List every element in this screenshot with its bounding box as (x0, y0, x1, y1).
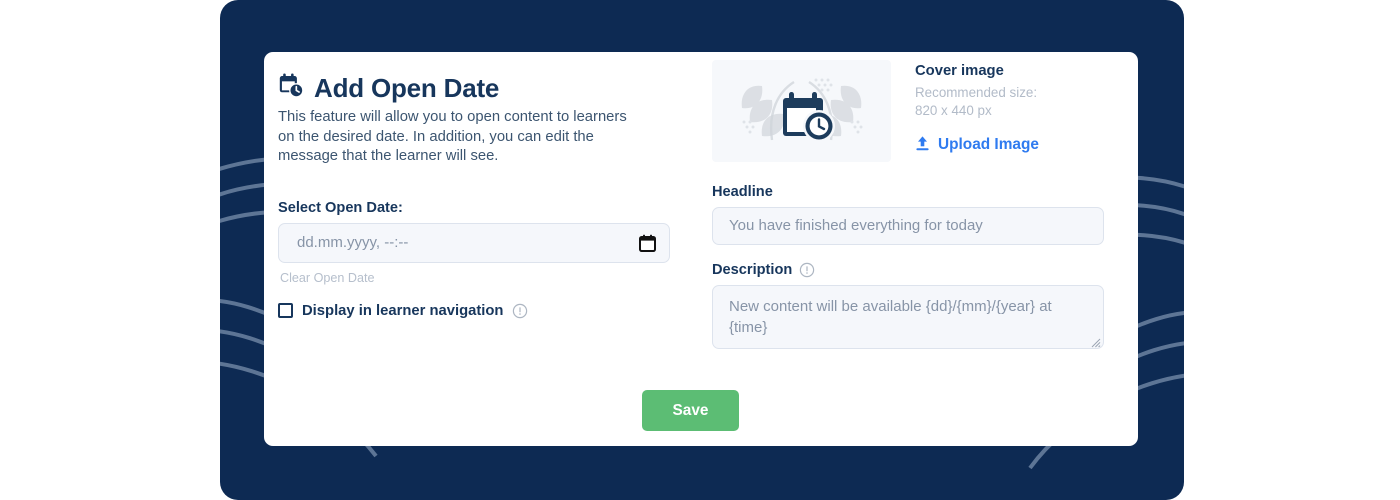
recommended-size-label: Recommended size: (915, 85, 1038, 100)
description-textarea-wrapper: New content will be available {dd}/{mm}/… (712, 285, 1104, 349)
resize-handle[interactable] (1090, 335, 1101, 348)
add-open-date-card: Add Open Date This feature will allow yo… (264, 52, 1138, 446)
display-in-navigation-row[interactable]: Display in learner navigation (278, 303, 678, 319)
headline-label-text: Headline (712, 184, 773, 200)
calendar-clock-illustration (741, 78, 863, 142)
right-column: Cover image Recommended size: 820 x 440 … (712, 60, 1112, 349)
info-circle-icon[interactable] (799, 262, 815, 278)
open-date-label: Select Open Date: (278, 200, 678, 216)
left-column: Add Open Date This feature will allow yo… (278, 72, 678, 319)
cover-image-recommended: Recommended size: 820 x 440 px (915, 84, 1039, 120)
save-button[interactable]: Save (642, 390, 739, 431)
description-label: Description (712, 262, 1112, 278)
display-in-navigation-checkbox[interactable] (278, 303, 293, 319)
cover-image-thumbnail[interactable] (712, 60, 891, 162)
screen-root: Add Open Date This feature will allow yo… (0, 0, 1400, 500)
description-label-text: Description (712, 262, 793, 278)
description-textarea[interactable]: New content will be available {dd}/{mm}/… (712, 285, 1104, 349)
cover-image-meta: Cover image Recommended size: 820 x 440 … (915, 60, 1039, 156)
headline-label: Headline (712, 184, 1112, 200)
clear-open-date-link[interactable]: Clear Open Date (280, 271, 678, 285)
upload-image-label: Upload Image (938, 136, 1039, 154)
display-in-navigation-label: Display in learner navigation (302, 302, 504, 319)
cover-image-section: Cover image Recommended size: 820 x 440 … (712, 60, 1112, 162)
cover-image-title: Cover image (915, 63, 1004, 79)
headline-input[interactable]: You have finished everything for today (712, 207, 1104, 245)
page-title-row: Add Open Date (278, 72, 678, 104)
info-circle-icon[interactable] (512, 303, 528, 319)
calendar-icon[interactable] (638, 233, 656, 253)
open-date-label-text: Select Open Date: (278, 199, 403, 216)
open-date-input-wrapper: dd.mm.yyyy, --:-- (278, 222, 670, 263)
upload-image-button[interactable]: Upload Image (915, 135, 1039, 156)
open-date-input[interactable]: dd.mm.yyyy, --:-- (278, 222, 670, 263)
upload-icon (915, 135, 930, 156)
recommended-size-value: 820 x 440 px (915, 102, 992, 118)
calendar-clock-icon (278, 72, 305, 104)
page-title: Add Open Date (314, 72, 500, 103)
page-description: This feature will allow you to open cont… (278, 109, 627, 165)
